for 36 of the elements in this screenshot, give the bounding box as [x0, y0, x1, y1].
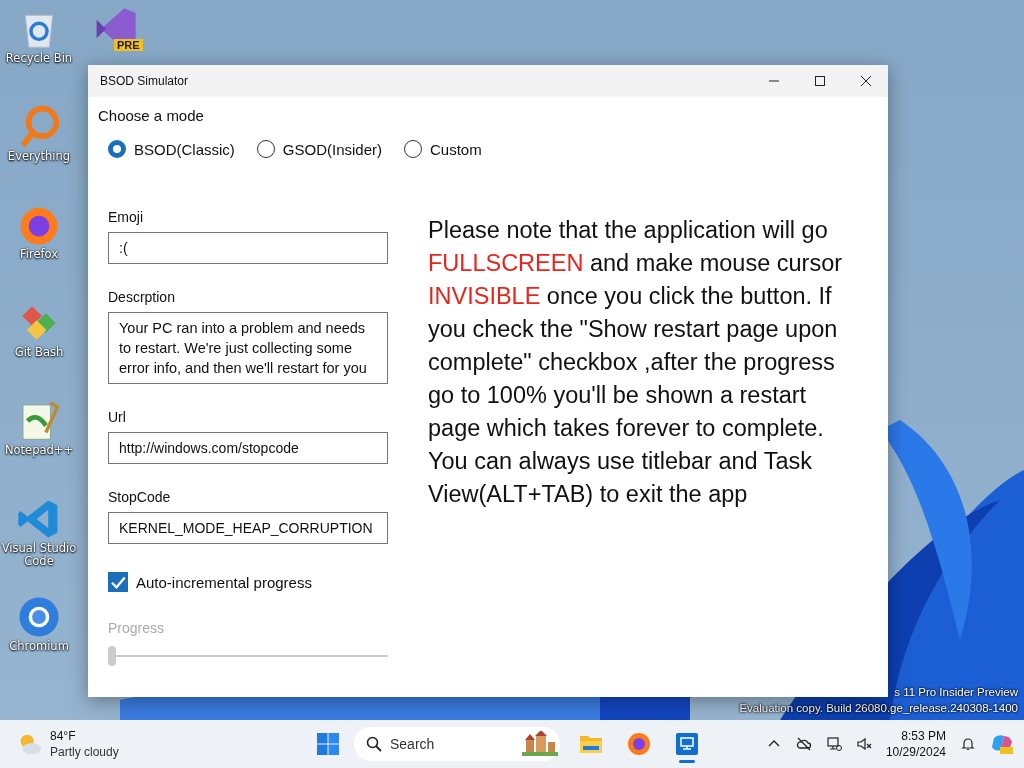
app-icon[interactable]: [675, 732, 699, 756]
window-title: BSOD Simulator: [100, 74, 189, 88]
search-field[interactable]: Search: [354, 727, 560, 761]
input-field[interactable]: :(: [108, 232, 388, 264]
checkbox-option[interactable]: Auto-incremental progress: [108, 572, 388, 592]
cloud-icon[interactable]: [795, 736, 812, 752]
field-label: Url: [108, 408, 127, 426]
radio-option[interactable]: GSOD(Insider): [256, 140, 383, 158]
weather-condition: Partly cloudy: [50, 744, 119, 760]
maximize-icon[interactable]: [814, 75, 826, 87]
bell-icon[interactable]: [960, 736, 976, 752]
firefox-icon[interactable]: [627, 732, 651, 756]
radio-option[interactable]: BSOD(Classic): [108, 140, 235, 158]
clock-date[interactable]: 10/29/2024: [885, 744, 946, 760]
start-icon[interactable]: [316, 732, 340, 756]
notice-paragraph: Please note that the application will go FULLSCREEN and make mouse cursor INVISIBLE once you click the button. If you check the "Show restart page upon complete" checkbox ,after the progress go to 100% you'll be shown a restart page which takes forever to complete. You can always use titlebar and Task View(ALT+TAB) to exit the app: [428, 216, 844, 509]
clock-time[interactable]: 8:53 PM: [901, 728, 946, 744]
progress-slider[interactable]: [108, 644, 388, 668]
pre-badge: PRE: [114, 39, 143, 51]
muted-speaker-icon[interactable]: [855, 736, 872, 752]
field-label: Emoji: [108, 208, 144, 226]
network-icon[interactable]: [825, 736, 842, 752]
castle-icon: [522, 731, 558, 757]
input-field[interactable]: http://windows.com/stopcode: [108, 432, 388, 464]
temperature-text: 84°F: [50, 728, 77, 744]
description-field[interactable]: Your PC ran into a problem and needs to restart. We're just collecting some error info, and then we'll restart for you: [108, 312, 388, 384]
progress-label: Progress: [108, 620, 166, 636]
search-icon: [366, 736, 382, 752]
field-label: StopCode: [108, 488, 172, 506]
radio-option[interactable]: Custom: [404, 140, 482, 158]
watermark-text: s 11 Pro Insider Preview: [894, 685, 1018, 700]
input-field[interactable]: KERNEL_MODE_HEAP_CORRUPTION: [108, 512, 388, 544]
copilot-icon[interactable]: [990, 732, 1014, 756]
close-icon[interactable]: [860, 75, 872, 87]
field-label: Descrption: [108, 288, 176, 306]
section-label: Choose a mode: [98, 107, 205, 124]
